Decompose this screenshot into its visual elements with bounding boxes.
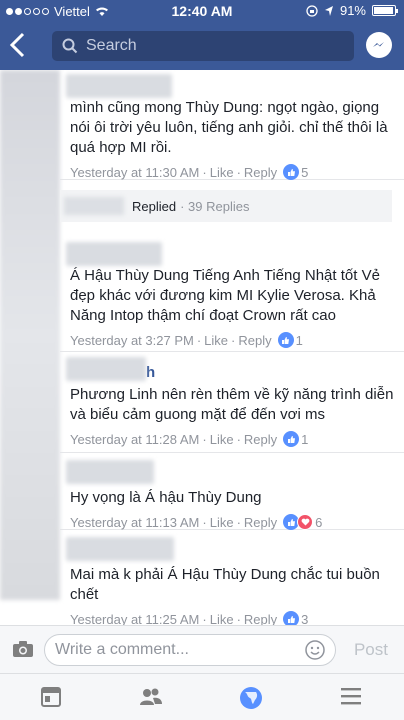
comment-meta: Yesterday at 11:28 AM · Like · Reply 1 [70, 431, 309, 447]
comment-input[interactable]: Write a comment... [44, 634, 336, 666]
back-button[interactable] [8, 30, 38, 62]
comment-item: Mai mà k phải Á Hậu Thùy Dung chắc tui b… [60, 531, 404, 625]
camera-button[interactable] [12, 640, 34, 663]
reply-link[interactable]: Reply [244, 515, 277, 530]
commenter-name[interactable] [66, 242, 162, 266]
comment-text: Hy vọng là Á hậu Thùy Dung [70, 489, 262, 506]
comment-text: Phương Linh nên rèn thêm về kỹ năng trìn… [70, 386, 394, 423]
reply-link[interactable]: Reply [244, 432, 277, 447]
friends-icon [140, 688, 162, 705]
bottom-tab-bar [0, 673, 404, 720]
replies-count: · 39 Replies [180, 198, 250, 214]
comment-text: mình cũng mong Thùy Dung: ngọt ngào, giọ… [70, 99, 388, 156]
comment-text: Mai mà k phải Á Hậu Thùy Dung chắc tui b… [70, 566, 380, 603]
search-bar[interactable]: Search [52, 31, 354, 61]
commenter-name[interactable] [66, 460, 154, 484]
search-icon [62, 38, 78, 54]
status-bar: Viettel 12:40 AM 91% [0, 0, 404, 22]
tab-news-feed[interactable] [40, 686, 62, 713]
comment-meta: Yesterday at 3:27 PM · Like · Reply 1 [70, 332, 303, 348]
avatar-column [0, 70, 60, 600]
like-icon [283, 431, 300, 447]
reaction-count[interactable]: 6 [315, 515, 322, 530]
comment-item: Á Hậu Thùy Dung Tiếng Anh Tiếng Nhật tốt… [60, 240, 404, 352]
commenter-name[interactable] [66, 357, 146, 381]
messenger-icon [373, 42, 384, 47]
comment-time: Yesterday at 11:25 AM [70, 611, 200, 626]
like-icon [283, 164, 300, 180]
reply-link[interactable]: Reply [238, 333, 271, 348]
commenter-name[interactable] [66, 537, 174, 561]
commenter-name-tail: h [146, 364, 156, 381]
love-icon [297, 514, 314, 530]
like-icon [277, 332, 294, 348]
reaction-count[interactable]: 1 [296, 333, 303, 348]
comment-meta: Yesterday at 11:25 AM · Like · Reply 3 [70, 611, 309, 626]
reaction-count[interactable]: 5 [301, 165, 308, 180]
comment-meta: Yesterday at 11:13 AM · Like · Reply 6 [70, 514, 323, 530]
commenter-name-row: h [60, 357, 404, 381]
replier-name [64, 197, 124, 215]
lock-rotation-icon [306, 4, 318, 17]
location-icon [324, 5, 333, 16]
replies-bar[interactable]: Replied · 39 Replies [60, 190, 392, 222]
menu-icon [341, 688, 361, 705]
sticker-button[interactable] [305, 640, 325, 671]
comment-time: Yesterday at 11:13 AM [70, 514, 200, 530]
replied-label: Replied [132, 198, 177, 214]
reply-link[interactable]: Reply [244, 612, 277, 626]
messenger-button[interactable] [366, 32, 392, 58]
battery-percent: 91% [339, 3, 366, 18]
tab-friends[interactable] [139, 686, 163, 713]
comment-composer: Write a comment... Post [0, 625, 404, 673]
camera-icon [13, 641, 33, 657]
comment-time: Yesterday at 3:27 PM [70, 332, 194, 348]
comment-time: Yesterday at 11:30 AM [70, 164, 200, 180]
news-feed-icon [41, 687, 61, 707]
tab-notifications[interactable] [239, 686, 263, 715]
like-link[interactable]: Like [210, 612, 234, 626]
reaction-count[interactable]: 1 [301, 432, 308, 447]
battery-icon [372, 5, 398, 16]
like-link[interactable]: Like [204, 333, 228, 348]
comment-item: Hy vọng là Á hậu Thùy Dung Yesterday at … [60, 454, 404, 530]
comment-meta: Yesterday at 11:30 AM · Like · Reply 5 [70, 164, 309, 180]
top-nav: Search [0, 22, 404, 70]
comment-item: mình cũng mong Thùy Dung: ngọt ngào, giọ… [60, 72, 404, 180]
reaction-count[interactable]: 3 [301, 612, 308, 626]
search-placeholder: Search [86, 37, 137, 54]
like-icon [283, 611, 300, 625]
back-icon [9, 32, 25, 58]
like-link[interactable]: Like [210, 515, 234, 530]
smiley-icon [305, 640, 325, 660]
status-right: 91% [306, 3, 398, 18]
comment-item: h Phương Linh nên rèn thêm về kỹ năng tr… [60, 353, 404, 453]
comment-text: Á Hậu Thùy Dung Tiếng Anh Tiếng Nhật tốt… [70, 267, 380, 324]
reply-link[interactable]: Reply [244, 165, 277, 180]
like-link[interactable]: Like [210, 165, 234, 180]
like-link[interactable]: Like [210, 432, 234, 447]
post-button[interactable]: Post [354, 640, 388, 660]
comment-placeholder: Write a comment... [55, 641, 189, 658]
commenter-name[interactable] [66, 74, 172, 98]
comment-feed: mình cũng mong Thùy Dung: ngọt ngào, giọ… [0, 70, 404, 625]
globe-icon [240, 687, 262, 709]
tab-menu[interactable] [340, 686, 362, 711]
comment-time: Yesterday at 11:28 AM [70, 431, 200, 447]
